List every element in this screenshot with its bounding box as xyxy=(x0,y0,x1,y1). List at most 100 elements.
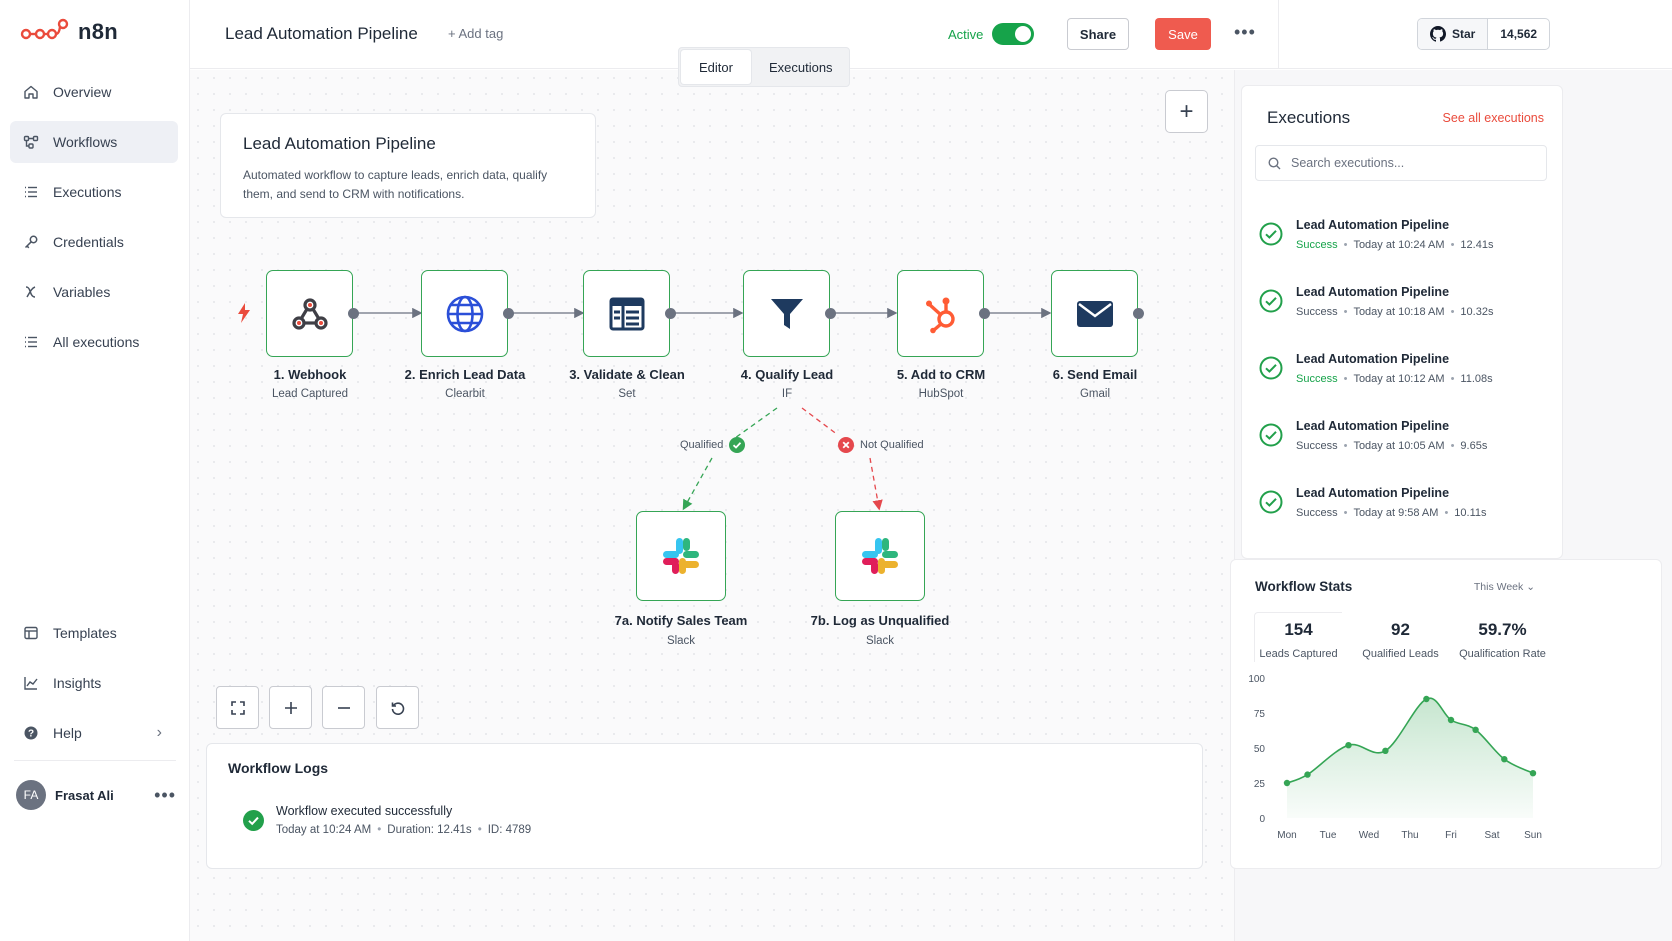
execution-name: Lead Automation Pipeline xyxy=(1296,218,1450,232)
tab-editor[interactable]: Editor xyxy=(681,50,751,84)
see-all-executions-link[interactable]: See all executions xyxy=(1443,111,1544,125)
n8n-logo[interactable]: n8n xyxy=(20,18,118,46)
node-output-handle[interactable] xyxy=(348,308,359,319)
node-validate-clean[interactable] xyxy=(583,270,670,357)
search-executions[interactable] xyxy=(1255,145,1547,181)
node-output-handle[interactable] xyxy=(665,308,676,319)
more-options-icon[interactable]: ••• xyxy=(1234,22,1256,43)
chart-point xyxy=(1283,779,1291,787)
branch-label-text: Qualified xyxy=(680,439,724,451)
execution-meta: Success • Today at 10:24 AM • 12.41s xyxy=(1296,239,1494,251)
more-icon[interactable]: ••• xyxy=(154,785,176,806)
chart-area xyxy=(1287,698,1533,818)
log-entry[interactable]: Workflow executed successfully Today at … xyxy=(243,804,531,836)
github-star-button[interactable]: Star 14,562 xyxy=(1417,18,1551,50)
stats-range-select[interactable]: This Week ⌄ xyxy=(1474,581,1535,593)
workflow-canvas[interactable]: + Lead Automation Pipeline Automated wor… xyxy=(190,70,1234,941)
node-subtitle: Gmail xyxy=(1079,388,1111,400)
check-circle-icon xyxy=(1259,289,1283,313)
stat-qualified-leads: 92 Qualified Leads xyxy=(1353,620,1448,660)
templates-icon xyxy=(24,626,38,640)
webhook-icon xyxy=(291,297,328,330)
save-button[interactable]: Save xyxy=(1155,18,1211,50)
mail-icon xyxy=(1076,300,1113,327)
reset-zoom-button[interactable] xyxy=(376,686,419,729)
svg-text:?: ? xyxy=(28,729,34,740)
sidebar-item-all-executions[interactable]: All executions xyxy=(10,321,178,363)
slack-icon xyxy=(862,538,898,574)
zoom-in-button[interactable] xyxy=(269,686,312,729)
zoom-out-button[interactable] xyxy=(322,686,365,729)
fit-view-button[interactable] xyxy=(216,686,259,729)
node-webhook[interactable] xyxy=(266,270,353,357)
stat-label: Qualified Leads xyxy=(1362,648,1439,660)
tab-executions[interactable]: Executions xyxy=(753,48,849,86)
n8n-logo-icon xyxy=(20,18,69,40)
sidebar-item-label: Workflows xyxy=(53,134,118,150)
node-output-handle[interactable] xyxy=(503,308,514,319)
log-message: Workflow executed successfully xyxy=(276,804,453,818)
sidebar-item-variables[interactable]: Variables xyxy=(10,271,178,313)
log-time: Today at 10:24 AM xyxy=(276,824,372,836)
execution-duration: 11.08s xyxy=(1460,373,1493,385)
execution-name: Lead Automation Pipeline xyxy=(1296,419,1450,433)
sidebar-item-insights[interactable]: Insights xyxy=(10,662,178,704)
execution-item[interactable]: Lead Automation Pipeline Success • Today at… xyxy=(1242,399,1562,466)
node-label: 3. Validate & Clean xyxy=(569,367,685,382)
execution-item[interactable]: Lead Automation Pipeline Success • Today at… xyxy=(1242,332,1562,399)
node-subtitle: HubSpot xyxy=(918,388,964,400)
y-tick-label: 50 xyxy=(1254,744,1266,755)
node-output-handle[interactable] xyxy=(825,308,836,319)
node-add-to-crm[interactable] xyxy=(897,270,984,357)
y-tick-label: 0 xyxy=(1259,814,1265,825)
node-output-handle[interactable] xyxy=(1133,308,1144,319)
chart-point xyxy=(1501,756,1508,763)
execution-status: Success xyxy=(1296,373,1338,385)
node-send-email[interactable] xyxy=(1051,270,1138,357)
node-log-unqualified[interactable] xyxy=(835,511,925,601)
add-tag-button[interactable]: + Add tag xyxy=(448,26,503,41)
editor-tabs: Editor Executions xyxy=(678,47,850,87)
sidebar-item-help[interactable]: ? Help › xyxy=(10,712,178,754)
sidebar-item-executions[interactable]: Executions xyxy=(10,171,178,213)
workflow-title[interactable]: Lead Automation Pipeline xyxy=(225,24,418,44)
search-input[interactable] xyxy=(1291,156,1531,170)
user-menu[interactable]: FA Frasat Ali ••• xyxy=(16,780,176,810)
node-output-handle[interactable] xyxy=(979,308,990,319)
sidebar-item-workflows[interactable]: Workflows xyxy=(10,121,178,163)
app-name: n8n xyxy=(78,19,119,44)
node-qualify-lead[interactable] xyxy=(743,270,830,357)
node-enrich-lead[interactable] xyxy=(421,270,508,357)
sidebar-item-templates[interactable]: Templates xyxy=(10,612,178,654)
active-toggle[interactable] xyxy=(992,23,1034,45)
execution-duration: 9.65s xyxy=(1460,440,1488,452)
execution-item[interactable]: Lead Automation Pipeline Success • Today at… xyxy=(1242,198,1562,265)
x-tick-label: Thu xyxy=(1401,830,1418,841)
table-icon xyxy=(609,297,644,330)
sidebar-item-label: Templates xyxy=(53,625,117,641)
execution-meta: Success • Today at 10:12 AM • 11.08s xyxy=(1296,373,1493,385)
execution-item[interactable]: Lead Automation Pipeline Success • Today at… xyxy=(1242,265,1562,332)
chart-point xyxy=(1529,770,1537,777)
filter-icon xyxy=(770,298,803,329)
node-notify-sales[interactable] xyxy=(636,511,726,601)
log-duration: Duration: 12.41s xyxy=(387,824,472,836)
node-label: 7b. Log as Unqualified xyxy=(810,613,950,628)
node-label: 1. Webhook xyxy=(273,367,347,382)
execution-status: Success xyxy=(1296,507,1338,519)
node-subtitle: IF xyxy=(781,388,793,400)
check-circle-icon xyxy=(729,437,746,453)
execution-item[interactable]: Lead Automation Pipeline Success • Today at… xyxy=(1242,466,1562,533)
execution-time: Today at 10:12 AM xyxy=(1353,373,1445,385)
executions-card: Executions See all executions Lead Autom… xyxy=(1241,85,1563,559)
chevron-down-icon: ⌄ xyxy=(1526,581,1535,593)
sidebar-item-label: Insights xyxy=(53,675,102,691)
sidebar-item-overview[interactable]: Overview xyxy=(10,71,178,113)
execution-time: Today at 10:18 AM xyxy=(1353,306,1445,318)
stat-qualification-rate: 59.7% Qualification Rate xyxy=(1455,620,1550,660)
minus-icon xyxy=(337,706,350,709)
log-meta: Today at 10:24 AM • Duration: 12.41s • ID: 4… xyxy=(276,824,532,836)
execution-name: Lead Automation Pipeline xyxy=(1296,486,1450,500)
share-button[interactable]: Share xyxy=(1067,18,1129,50)
sidebar-item-credentials[interactable]: Credentials xyxy=(10,221,178,263)
